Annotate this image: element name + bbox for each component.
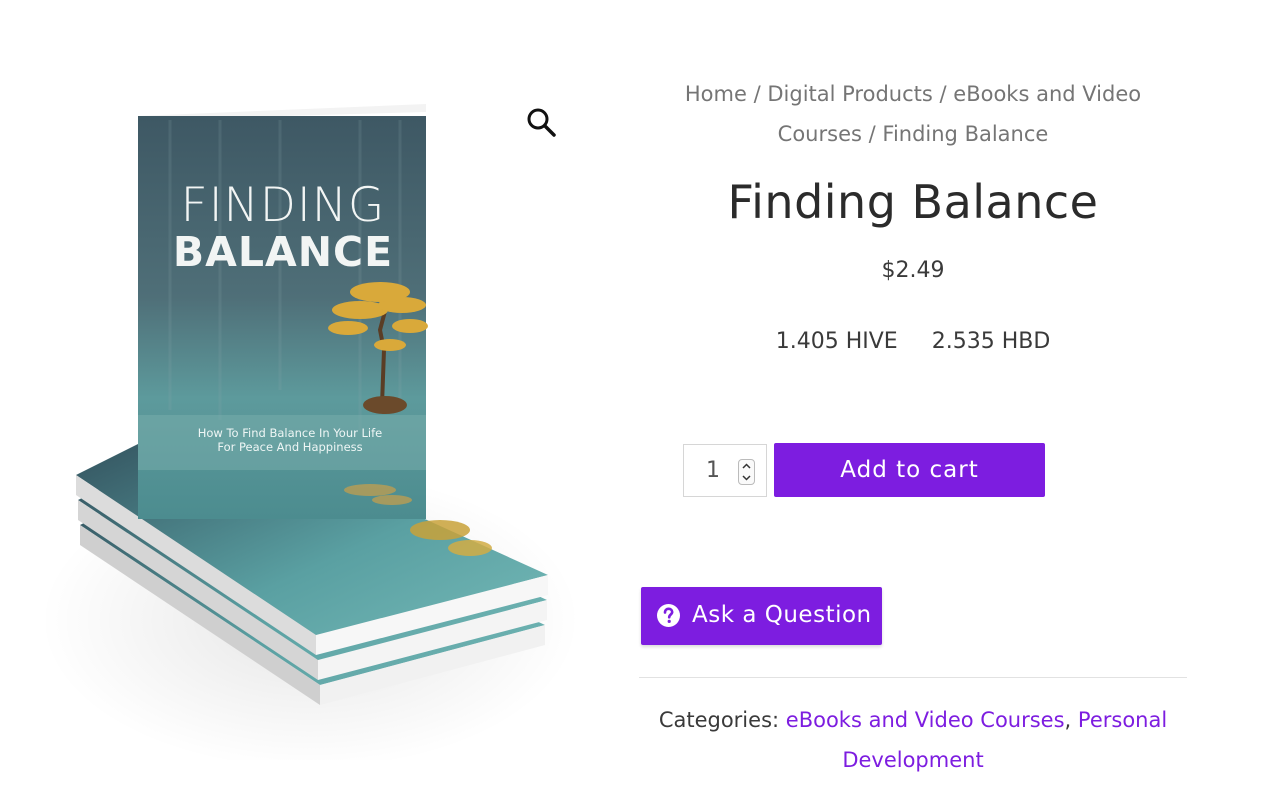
- hbd-price: 2.535 HBD: [932, 329, 1051, 354]
- add-to-cart-button[interactable]: Add to cart: [774, 443, 1045, 497]
- quantity-value: 1: [706, 458, 720, 483]
- product-summary: Home / Digital Products / eBooks and Vid…: [640, 74, 1186, 354]
- breadcrumb-separator: /: [753, 82, 761, 106]
- cover-subtitle-line-2: For Peace And Happiness: [217, 440, 363, 454]
- meta-divider: [639, 677, 1187, 678]
- product-title: Finding Balance: [727, 175, 1099, 229]
- quantity-stepper[interactable]: [738, 459, 755, 485]
- breadcrumb-separator: /: [868, 122, 876, 146]
- category-link-ebooks[interactable]: eBooks and Video Courses: [786, 708, 1065, 732]
- ask-question-button[interactable]: Ask a Question: [641, 587, 882, 645]
- cover-subtitle-line-1: How To Find Balance In Your Life: [197, 426, 383, 440]
- categories-label: Categories:: [658, 708, 780, 732]
- hive-price: 1.405 HIVE: [776, 329, 898, 354]
- breadcrumb: Home / Digital Products / eBooks and Vid…: [640, 74, 1186, 154]
- question-circle-icon: [657, 604, 680, 627]
- cover-title-line-1: FINDING: [180, 178, 386, 233]
- quantity-input[interactable]: 1: [683, 444, 767, 497]
- book-stack-image[interactable]: [30, 60, 590, 760]
- crypto-prices: 1.405 HIVE 2.535 HBD: [640, 329, 1186, 354]
- product-meta: Categories: eBooks and Video Courses, Pe…: [658, 708, 1168, 772]
- hbd-amount: 2.535: [931, 329, 995, 354]
- hive-unit: HIVE: [845, 329, 898, 354]
- cover-subtitle: How To Find Balance In Your Life For Pea…: [180, 426, 400, 454]
- hbd-unit: HBD: [1001, 329, 1051, 354]
- product-gallery: FINDING BALANCE How To Find Balance In Y…: [30, 60, 590, 760]
- ask-question-label: Ask a Question: [692, 602, 872, 628]
- breadcrumb-separator: /: [939, 82, 947, 106]
- chevron-down-icon[interactable]: [742, 473, 751, 482]
- magnifier-icon[interactable]: [524, 105, 560, 141]
- breadcrumb-home[interactable]: Home: [685, 82, 747, 106]
- breadcrumb-digital-products[interactable]: Digital Products: [767, 82, 932, 106]
- breadcrumb-current: Finding Balance: [882, 122, 1049, 146]
- product-price: $2.49: [881, 258, 945, 283]
- chevron-up-icon[interactable]: [742, 462, 751, 471]
- hive-amount: 1.405: [775, 329, 839, 354]
- cover-title-line-2: BALANCE: [172, 228, 394, 276]
